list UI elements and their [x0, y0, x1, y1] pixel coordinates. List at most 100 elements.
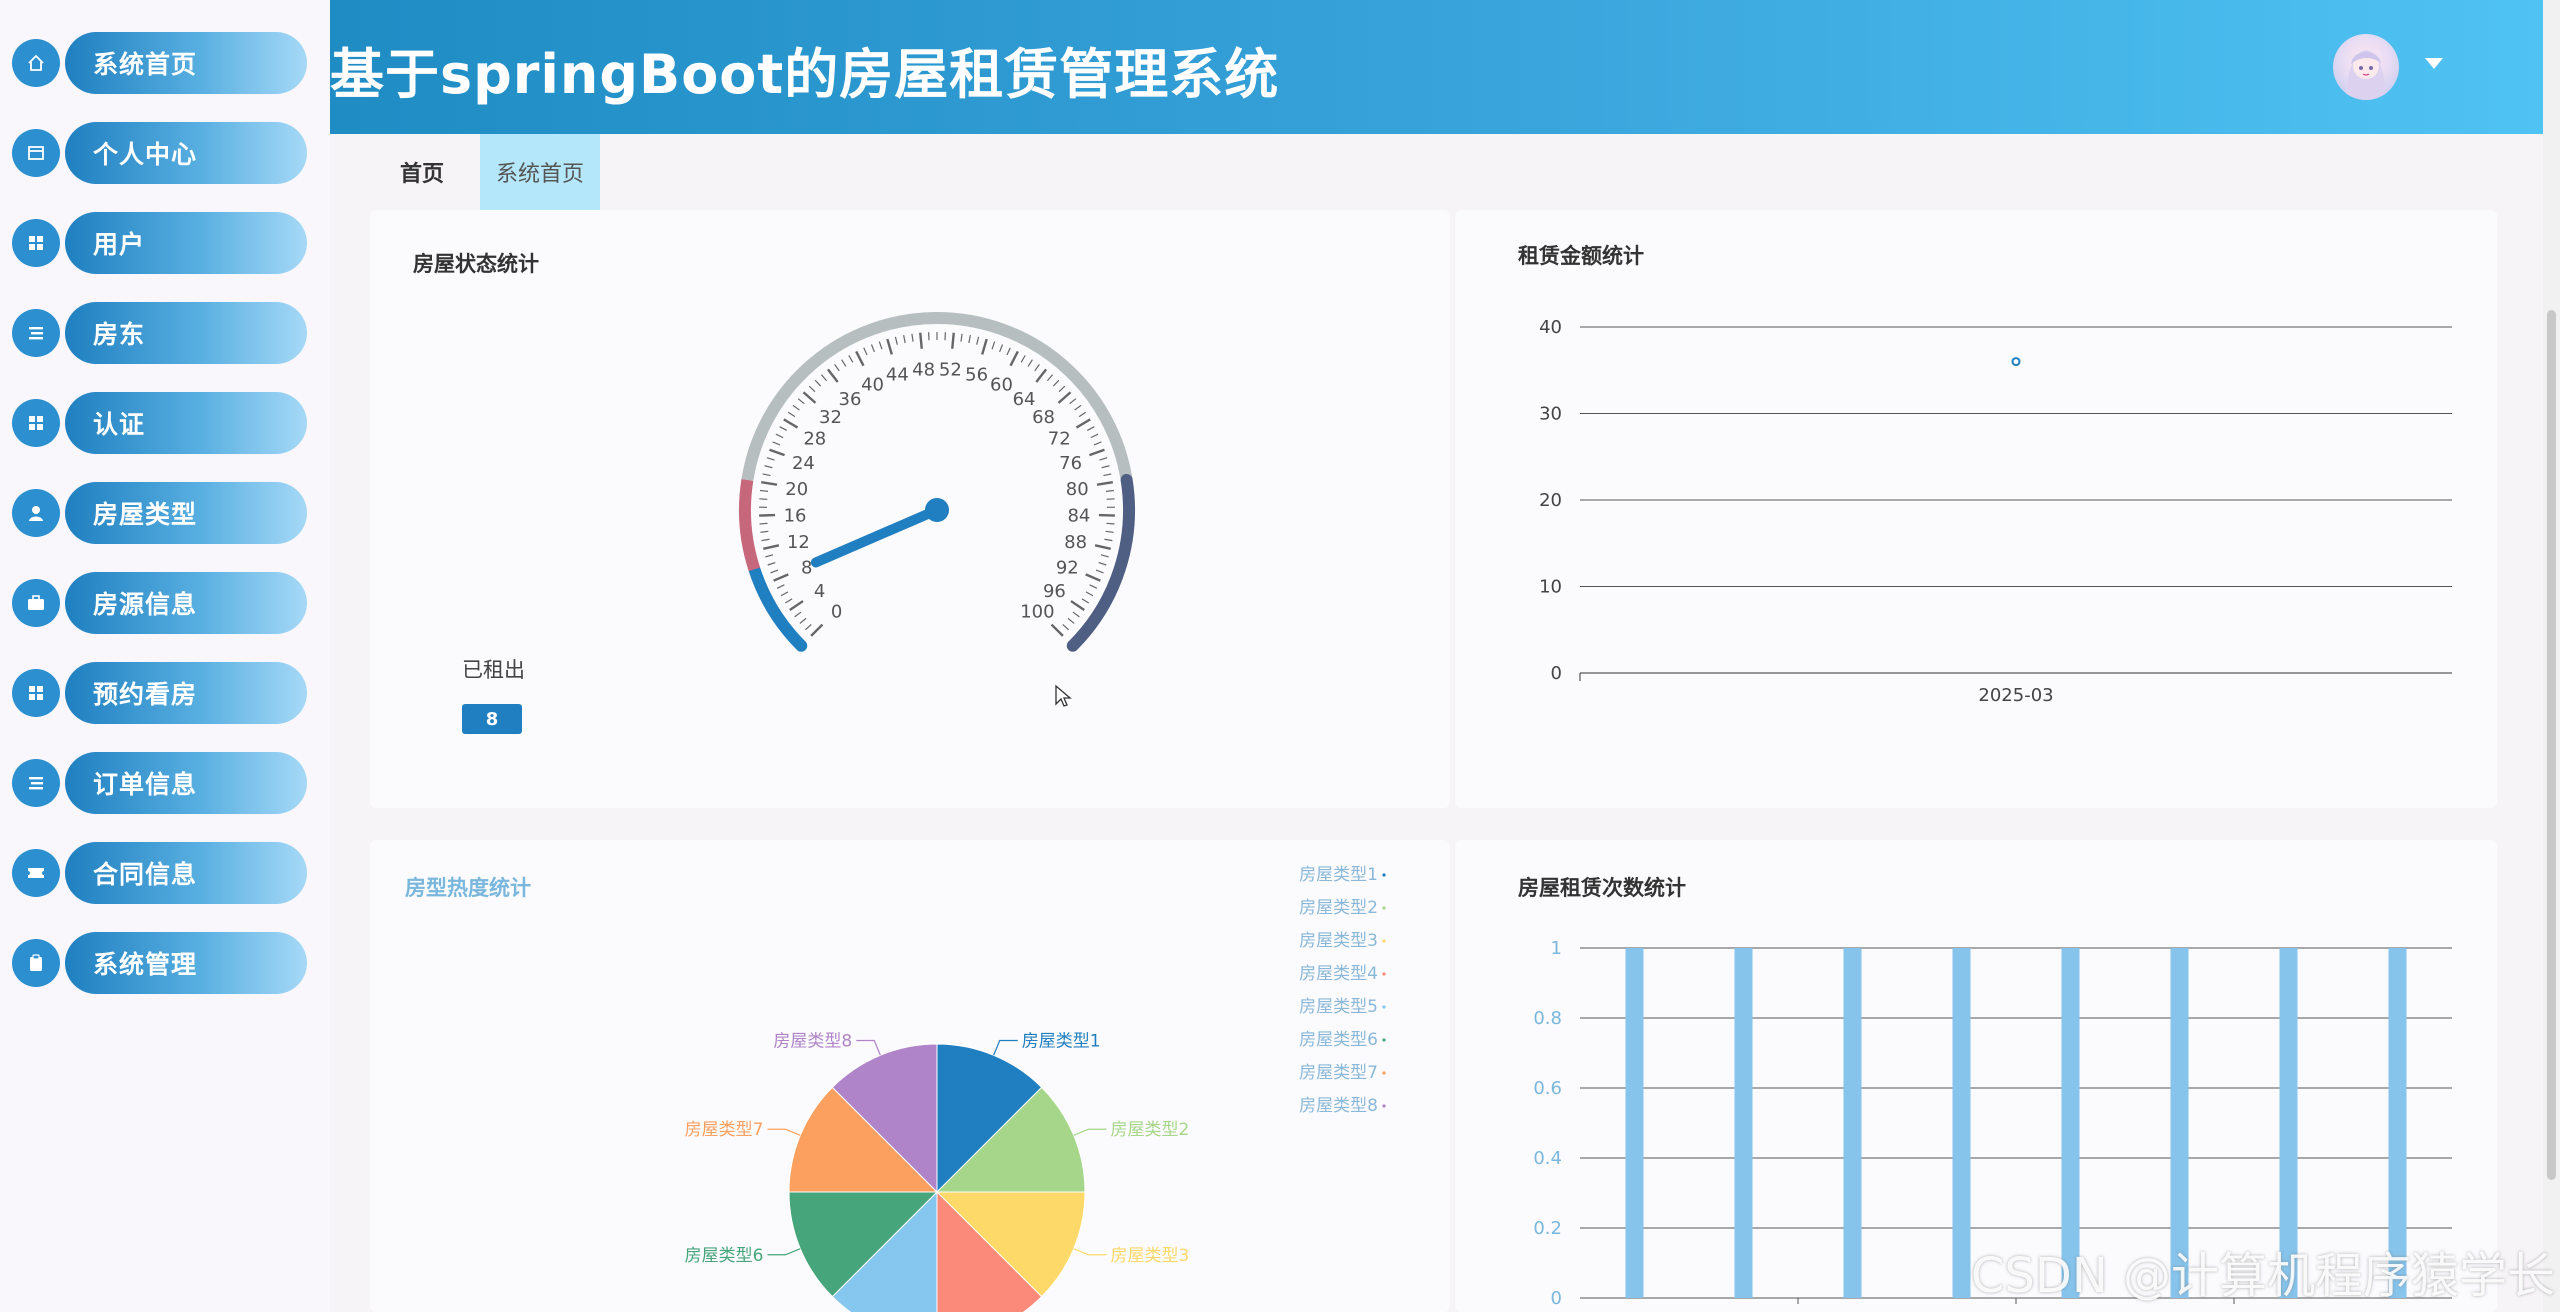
gauge-tick [1046, 374, 1054, 382]
gauge-tick [841, 359, 847, 367]
gauge-tick [1085, 573, 1101, 582]
y-tick-label: 20 [1539, 490, 1562, 511]
gauge-tick [797, 398, 805, 405]
gauge-tick [765, 554, 774, 558]
y-tick-label: 0.8 [1533, 1008, 1562, 1029]
gauge-tick-label: 92 [1056, 557, 1079, 578]
sidebar-item-label: 房东 [93, 320, 146, 349]
gauge-tick [886, 338, 893, 355]
gauge-tick [1098, 513, 1115, 517]
gauge-tick [870, 344, 875, 353]
legend-item: 房屋类型2 [1299, 898, 1378, 918]
pie-label-line [767, 1248, 801, 1256]
ticket-icon [12, 849, 60, 897]
list-icon [12, 309, 60, 357]
clipboard-icon [12, 939, 60, 987]
gauge-tick [776, 584, 785, 589]
sidebar-item-8[interactable]: 预约看房 [12, 662, 307, 724]
data-point [2011, 357, 2021, 367]
gauge-tick [794, 611, 802, 618]
gauge-tick-label: 72 [1048, 429, 1071, 450]
gauge-tick-label: 60 [990, 374, 1013, 395]
gauge-needle-hub [925, 498, 949, 522]
sidebar-item-7[interactable]: 房源信息 [12, 572, 307, 634]
y-tick-label: 1 [1551, 938, 1562, 959]
user-menu-caret-icon[interactable] [2425, 58, 2443, 69]
gauge-tick [1058, 385, 1066, 393]
sidebar-item-pill: 预约看房 [65, 662, 307, 724]
legend-marker [1382, 906, 1386, 910]
card-icon [12, 129, 60, 177]
tab-home[interactable]: 首页 [382, 134, 462, 210]
y-tick-label: 40 [1539, 317, 1562, 338]
gauge-band-mid [739, 479, 761, 572]
gauge-tick [1009, 350, 1019, 367]
gauge-tick [799, 617, 807, 624]
sidebar-item-4[interactable]: 房东 [12, 302, 307, 364]
gauge-tick [1081, 598, 1090, 604]
gauge-tick [759, 522, 768, 525]
mouse-pointer-icon [1055, 684, 1072, 707]
sidebar-item-6[interactable]: 房屋类型 [12, 482, 307, 544]
bar [1734, 948, 1753, 1298]
gauge-tick [976, 336, 980, 345]
tab-dashboard[interactable]: 系统首页 [480, 134, 600, 210]
page-scrollbar[interactable] [2543, 0, 2560, 1312]
grid-icon [12, 669, 60, 717]
y-tick-label: 30 [1539, 404, 1562, 425]
gauge-tick-label: 44 [886, 365, 909, 386]
grid-icon [12, 399, 60, 447]
sidebar-item-pill: 房屋类型 [65, 482, 307, 544]
sidebar-item-pill: 系统管理 [65, 932, 307, 994]
scrollbar-thumb[interactable] [2547, 310, 2556, 1180]
gauge-tick-label: 56 [965, 365, 988, 386]
gauge-tick [1106, 522, 1115, 525]
sidebar-item-3[interactable]: 用户 [12, 212, 307, 274]
sidebar-item-label: 合同信息 [93, 860, 198, 889]
sidebar-item-9[interactable]: 订单信息 [12, 752, 307, 814]
legend-item: 房屋类型1 [1299, 865, 1378, 885]
gauge-tick [773, 573, 789, 582]
gauge-tick [1072, 611, 1080, 618]
gauge-tick-label: 80 [1066, 479, 1089, 500]
y-tick-label: 0 [1551, 663, 1562, 684]
gauge-tick [766, 457, 775, 461]
gauge-tick [772, 441, 781, 446]
legend-marker [1382, 1104, 1386, 1108]
gauge-tick [1099, 457, 1108, 461]
sidebar-item-5[interactable]: 认证 [12, 392, 307, 454]
gauge-tick-label: 48 [912, 360, 935, 381]
legend-item: 房屋类型3 [1299, 931, 1378, 951]
legend-marker [1382, 1071, 1386, 1075]
sidebar-item-11[interactable]: 系统管理 [12, 932, 307, 994]
gauge-value-badge: 8 [462, 704, 522, 734]
gauge-tick [767, 561, 776, 566]
x-tick-label: 2025-03 [1978, 685, 2053, 706]
legend-marker [1382, 873, 1386, 877]
sidebar-item-2[interactable]: 个人中心 [12, 122, 307, 184]
gauge-tick [808, 385, 816, 393]
avatar[interactable] [2333, 34, 2399, 100]
gauge-tick [779, 426, 788, 431]
gauge-tick [770, 569, 779, 574]
gauge-tick [1052, 379, 1060, 387]
gauge-tick [919, 332, 923, 349]
gauge-tick [1104, 538, 1113, 542]
gauge-tick-label: 40 [861, 374, 884, 395]
gauge-tick [1105, 489, 1114, 492]
gauge-tick [1075, 418, 1091, 429]
y-tick-label: 0.6 [1533, 1078, 1562, 1099]
gauge-tick [1101, 465, 1110, 469]
gauge-tick [1095, 569, 1104, 574]
gauge-tick [1089, 584, 1098, 589]
gauge-tick [991, 341, 996, 350]
sidebar-item-10[interactable]: 合同信息 [12, 842, 307, 904]
gauge-tick [787, 411, 796, 418]
gauge-tick [1062, 623, 1070, 631]
gauge-tick [761, 538, 770, 542]
sidebar-item-pill: 用户 [65, 212, 307, 274]
sidebar-item-label: 用户 [93, 230, 146, 259]
gauge-chart: 0481216202428323640 44 48 52 56 6064687276808… [739, 312, 1135, 652]
sidebar-item-1[interactable]: 系统首页 [12, 32, 307, 94]
gauge-tick [789, 600, 804, 612]
